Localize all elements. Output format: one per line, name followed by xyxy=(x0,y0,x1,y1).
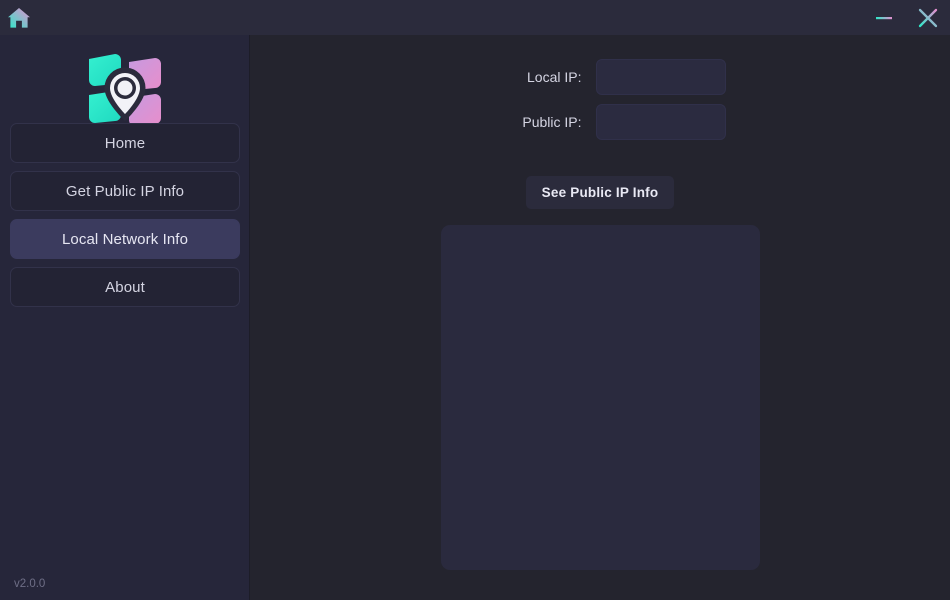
sidebar-item-label: About xyxy=(105,278,145,296)
public-ip-row: Public IP: xyxy=(251,104,950,140)
title-bar xyxy=(0,0,950,35)
close-button[interactable] xyxy=(906,0,950,35)
app-window: Home Get Public IP Info Local Network In… xyxy=(0,0,950,600)
sidebar-item-local-network-info[interactable]: Local Network Info xyxy=(10,219,240,259)
version-label: v2.0.0 xyxy=(14,578,46,590)
minimize-button[interactable] xyxy=(862,0,906,35)
sidebar-item-label: Local Network Info xyxy=(61,230,189,248)
sidebar: Home Get Public IP Info Local Network In… xyxy=(0,35,250,600)
local-ip-row: Local IP: xyxy=(251,59,950,95)
local-ip-input[interactable] xyxy=(595,59,726,95)
local-ip-label: Local IP: xyxy=(527,69,582,85)
see-public-ip-info-button[interactable]: See Public IP Info xyxy=(526,176,674,209)
home-icon[interactable] xyxy=(6,5,32,31)
sidebar-item-about[interactable]: About xyxy=(10,267,240,307)
title-bar-left xyxy=(0,5,32,31)
output-panel[interactable] xyxy=(441,225,760,570)
public-ip-input[interactable] xyxy=(595,104,726,140)
public-ip-label: Public IP: xyxy=(522,114,582,130)
sidebar-item-label: Get Public IP Info xyxy=(65,182,185,200)
sidebar-nav: Home Get Public IP Info Local Network In… xyxy=(10,123,240,315)
sidebar-item-label: Home xyxy=(104,134,146,152)
main-content: Local IP: Public IP: See Public IP Info xyxy=(251,35,950,600)
sidebar-item-home[interactable]: Home xyxy=(10,123,240,163)
sidebar-item-get-public-ip-info[interactable]: Get Public IP Info xyxy=(10,171,240,211)
